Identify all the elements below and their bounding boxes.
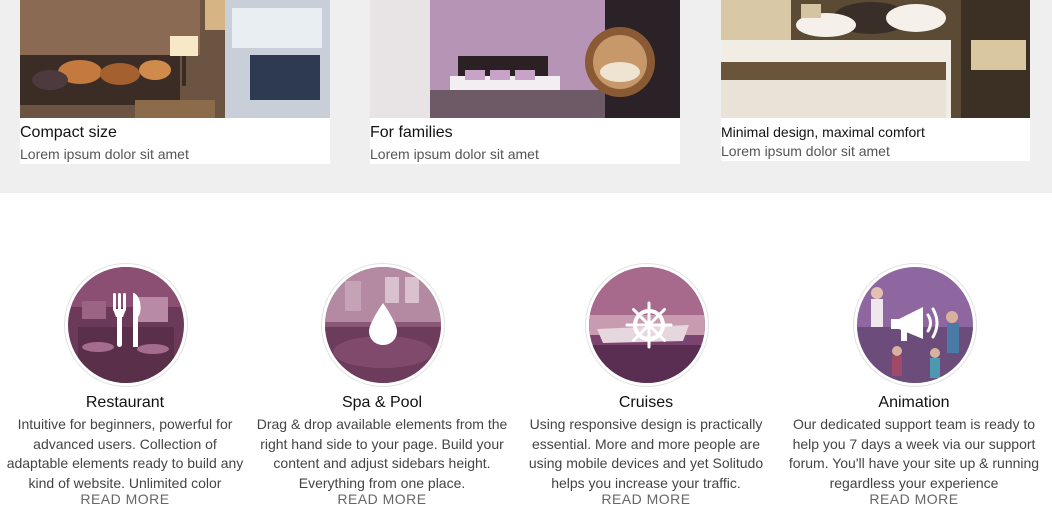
room-card-families[interactable]: For families Lorem ipsum dolor sit amet: [370, 0, 680, 164]
room-image-minimal[interactable]: [721, 0, 1030, 118]
service-title[interactable]: Restaurant: [0, 394, 250, 412]
service-description: Using responsive design is practically e…: [516, 415, 776, 493]
desc-line: right hand side to your page. Build your: [260, 435, 504, 452]
read-more-link[interactable]: READ MORE: [784, 491, 1044, 507]
read-more-link[interactable]: READ MORE: [516, 491, 776, 507]
desc-line: help you 7 days a week via our support: [792, 435, 1036, 452]
room-subtitle: Lorem ipsum dolor sit amet: [20, 146, 189, 162]
rooms-section: Compact size Lorem ipsum dolor sit amet …: [0, 0, 1052, 193]
room-subtitle: Lorem ipsum dolor sit amet: [370, 146, 539, 162]
desc-line: Using responsive design is practically: [529, 416, 763, 432]
service-restaurant: Restaurant Intuitive for beginners, powe…: [0, 193, 250, 507]
room-title[interactable]: Minimal design, maximal comfort: [721, 124, 925, 140]
service-animation: Animation Our dedicated support team is …: [784, 193, 1044, 507]
service-description: Our dedicated support team is ready to h…: [784, 415, 1044, 493]
service-description: Intuitive for beginners, powerful for ad…: [0, 415, 250, 493]
service-image-animation[interactable]: [853, 263, 977, 387]
service-image-cruises[interactable]: [585, 263, 709, 387]
service-title[interactable]: Animation: [784, 394, 1044, 412]
desc-line: forum. You'll have your site up & runnin…: [788, 455, 1040, 471]
desc-line: using mobile devices and yet Solitudo: [528, 455, 764, 471]
room-title[interactable]: Compact size: [20, 124, 117, 142]
room-card-compact[interactable]: Compact size Lorem ipsum dolor sit amet: [20, 0, 330, 164]
service-cruises: Cruises Using responsive design is pract…: [516, 193, 776, 507]
service-image-spa-pool[interactable]: [321, 263, 445, 387]
room-image-compact[interactable]: [20, 0, 330, 118]
room-subtitle: Lorem ipsum dolor sit amet: [721, 143, 890, 159]
service-image-restaurant[interactable]: [64, 263, 188, 387]
desc-line: advanced users. Collection of: [33, 435, 217, 452]
desc-line: Drag & drop available elements from the: [256, 416, 508, 432]
room-image-families[interactable]: [370, 0, 680, 118]
desc-line: essential. More and more people are: [531, 435, 761, 452]
desc-line: Our dedicated support team is ready to: [792, 416, 1036, 432]
desc-line: adaptable elements ready to build any: [6, 455, 244, 471]
room-title[interactable]: For families: [370, 124, 453, 142]
read-more-link[interactable]: READ MORE: [252, 491, 512, 507]
service-title[interactable]: Spa & Pool: [252, 394, 512, 412]
services-section: Restaurant Intuitive for beginners, powe…: [0, 193, 1052, 507]
read-more-link[interactable]: READ MORE: [0, 491, 250, 507]
room-card-minimal[interactable]: Minimal design, maximal comfort Lorem ip…: [721, 0, 1030, 161]
desc-line: Intuitive for beginners, powerful for: [17, 416, 233, 432]
service-title[interactable]: Cruises: [516, 394, 776, 412]
desc-line: content and adjust sidebars height.: [273, 455, 491, 471]
service-spa-pool: Spa & Pool Drag & drop available element…: [252, 193, 512, 507]
service-description: Drag & drop available elements from the …: [252, 415, 512, 493]
ship-wheel-icon: [625, 301, 673, 349]
